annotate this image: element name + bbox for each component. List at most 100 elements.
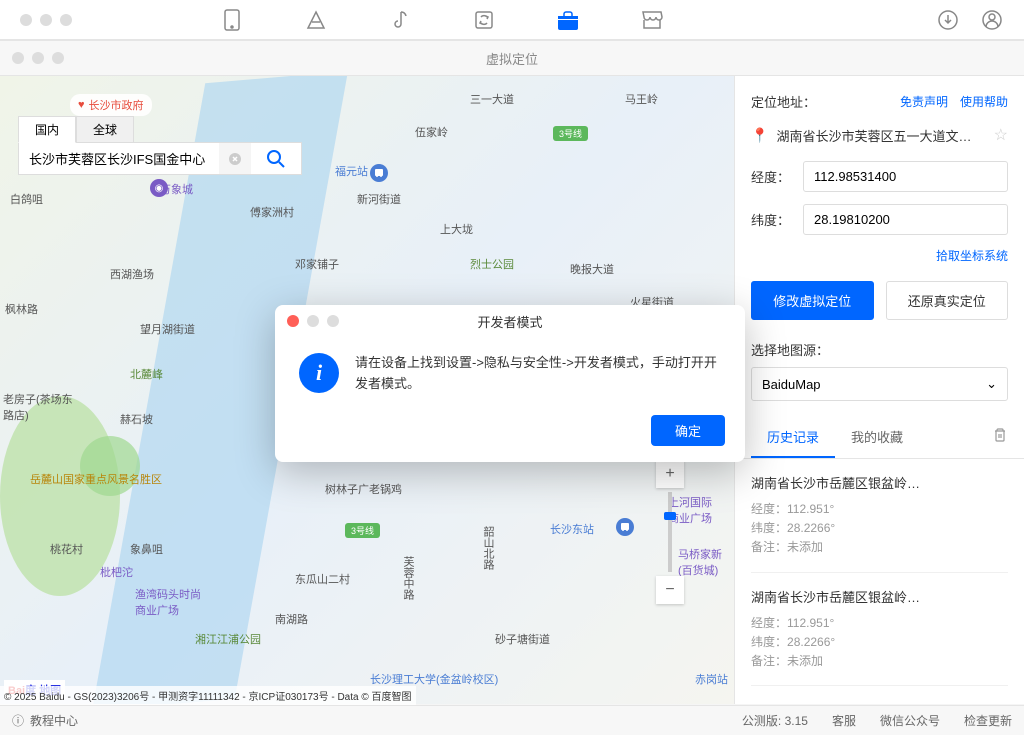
status-bar: ⓘ 教程中心 公测版: 3.15 客服 微信公众号 检查更新 xyxy=(0,705,1024,735)
map-label: 烈士公园 xyxy=(470,256,514,272)
dialog-close-button[interactable] xyxy=(287,315,299,327)
map-label: 晚报大道 xyxy=(570,261,614,277)
maximize-button[interactable] xyxy=(60,14,72,26)
search-container: 国内 全球 xyxy=(18,116,302,175)
disclaimer-link[interactable]: 免责声明 xyxy=(900,93,948,110)
map-label: 湘江江浦公园 xyxy=(195,631,261,647)
dialog-minimize-button xyxy=(307,315,319,327)
delete-history-button[interactable] xyxy=(992,427,1008,448)
close-button[interactable] xyxy=(20,14,32,26)
search-tab-domestic[interactable]: 国内 xyxy=(18,116,76,143)
map-label: 东瓜山二村 xyxy=(295,571,350,587)
search-clear-button[interactable] xyxy=(219,143,251,174)
lat-label: 纬度： xyxy=(751,210,791,229)
heart-icon: ♥ xyxy=(78,99,85,111)
map-label: 象鼻咀 xyxy=(130,541,163,557)
search-input[interactable] xyxy=(19,143,219,174)
minimize-button[interactable] xyxy=(40,14,52,26)
map-label: 桃花村 xyxy=(50,541,83,557)
window-controls xyxy=(20,14,72,26)
map-label: 傅家洲村 xyxy=(250,204,294,220)
window-title: 虚拟定位 xyxy=(486,49,538,68)
profile-icon[interactable] xyxy=(980,8,1004,32)
address-text: 湖南省长沙市芙蓉区五一大道文… xyxy=(776,126,985,145)
chevron-down-icon: ⌄ xyxy=(986,376,997,392)
map-label: 长沙东站 xyxy=(550,521,594,537)
subwindow-close[interactable] xyxy=(12,52,24,64)
zoom-in-button[interactable]: + xyxy=(656,460,684,488)
map-copyright: © 2025 Baidu - GS(2023)3206号 - 甲测资字11111… xyxy=(0,686,416,705)
road-badge: 3号线 xyxy=(345,523,380,538)
mapsource-select[interactable]: BaiduMap ⌄ xyxy=(751,367,1008,401)
lng-label: 经度： xyxy=(751,167,791,186)
sync-icon[interactable] xyxy=(472,8,496,32)
map-label: 长沙理工大学(金盆岭校区) xyxy=(370,671,498,687)
map-label: 伍家岭 xyxy=(415,124,448,140)
map-station-icon xyxy=(370,164,388,182)
version-label: 公测版: 3.15 xyxy=(742,712,808,729)
pickup-coords-link[interactable]: 拾取坐标系统 xyxy=(936,249,1008,263)
map-label: 三一大道 xyxy=(470,91,514,107)
download-icon[interactable] xyxy=(936,8,960,32)
map-label: 芙蓉中路 xyxy=(400,556,416,600)
history-item[interactable]: 湖南省长沙市岳麓区银盆岭… 经度：112.951° 纬度：28.2266° 备注… xyxy=(751,459,1008,573)
developer-mode-dialog: 开发者模式 i 请在设备上找到设置->隐私与安全性->开发者模式，手动打开开发者… xyxy=(275,305,745,462)
panel-title: 定位地址： xyxy=(751,92,816,111)
check-update-link[interactable]: 检查更新 xyxy=(964,712,1012,729)
map-label: 砂子塘街道 xyxy=(495,631,550,647)
tab-history[interactable]: 历史记录 xyxy=(751,417,835,458)
road-badge: 3号线 xyxy=(553,126,588,141)
modify-location-button[interactable]: 修改虚拟定位 xyxy=(751,281,874,320)
dialog-title: 开发者模式 xyxy=(477,312,542,331)
history-item[interactable]: 湖南省长沙市岳麓区银盆岭… 经度：112.951° 纬度：28.2266° 备注… xyxy=(751,573,1008,687)
lng-input[interactable] xyxy=(803,161,1008,192)
map-label: 马王岭 xyxy=(625,91,658,107)
map-label: 岳麓山国家重点风景名胜区 xyxy=(30,471,162,487)
history-item-title: 湖南省长沙市岳麓区银盆岭… xyxy=(751,473,1008,492)
favorite-star-icon[interactable]: ☆ xyxy=(994,125,1008,145)
map-label: 邓家铺子 xyxy=(295,256,339,272)
dialog-ok-button[interactable]: 确定 xyxy=(651,415,725,446)
search-button[interactable] xyxy=(251,143,301,174)
map-label: 树林子广老锅鸡 xyxy=(325,481,402,497)
music-icon[interactable] xyxy=(388,8,412,32)
map-label: 韶山北路 xyxy=(480,526,496,570)
tab-favorites[interactable]: 我的收藏 xyxy=(835,417,919,458)
map-poi-marker: ◉ xyxy=(150,179,168,197)
zoom-out-button[interactable]: − xyxy=(656,576,684,604)
search-tab-global[interactable]: 全球 xyxy=(76,116,134,143)
history-item-title: 湖南省长沙市岳麓区银盆岭… xyxy=(751,587,1008,606)
dialog-maximize-button xyxy=(327,315,339,327)
tutorial-link[interactable]: 教程中心 xyxy=(30,712,78,729)
map-label: 上大垅 xyxy=(440,221,473,237)
map-label: 渔湾码头时尚商业广场 xyxy=(135,586,205,618)
app-toolbar xyxy=(0,0,1024,40)
control-panel: 定位地址： 免责声明 使用帮助 📍 湖南省长沙市芙蓉区五一大道文… ☆ 经度： … xyxy=(734,76,1024,704)
map-label: 赤岗站 xyxy=(695,671,728,687)
phone-icon[interactable] xyxy=(220,8,244,32)
map-label: 老房子(茶场东路店) xyxy=(3,391,83,423)
apps-icon[interactable] xyxy=(304,8,328,32)
help-icon: ⓘ xyxy=(12,712,24,729)
zoom-slider[interactable] xyxy=(668,492,672,572)
restore-location-button[interactable]: 还原真实定位 xyxy=(886,281,1009,320)
toolbox-icon[interactable] xyxy=(556,8,580,32)
map-label: 福元站 xyxy=(335,163,368,179)
lat-input[interactable] xyxy=(803,204,1008,235)
location-pin-icon: 📍 xyxy=(751,127,768,144)
map-label: 赫石坡 xyxy=(120,411,153,427)
store-icon[interactable] xyxy=(640,8,664,32)
mapsource-label: 选择地图源： xyxy=(751,340,1008,359)
help-link[interactable]: 使用帮助 xyxy=(960,93,1008,110)
gov-badge[interactable]: ♥ 长沙市政府 xyxy=(70,94,152,116)
map-station-icon xyxy=(616,518,634,536)
map-label: 白鸽咀 xyxy=(10,191,43,207)
wechat-link[interactable]: 微信公众号 xyxy=(880,712,940,729)
subwindow-minimize[interactable] xyxy=(32,52,44,64)
map-label: 枫林路 xyxy=(5,301,38,317)
map-label: 西湖渔场 xyxy=(110,266,154,282)
map-label: 新河街道 xyxy=(357,191,401,207)
window-titlebar: 虚拟定位 xyxy=(0,40,1024,76)
customer-service-link[interactable]: 客服 xyxy=(832,712,856,729)
subwindow-maximize[interactable] xyxy=(52,52,64,64)
